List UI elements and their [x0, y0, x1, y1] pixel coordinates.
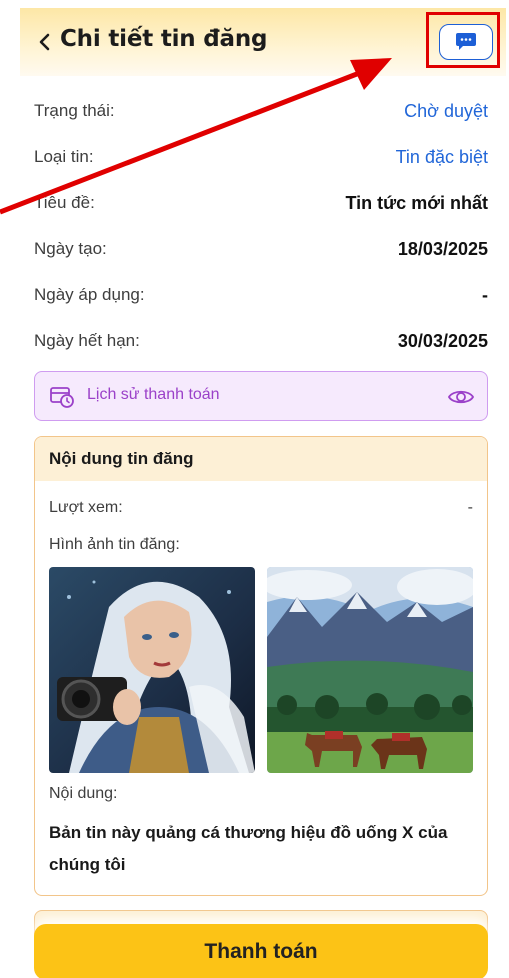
- chevron-left-icon: [39, 33, 50, 51]
- eye-icon[interactable]: [447, 386, 475, 408]
- detail-row-expiry: Ngày hết hạn: 30/03/2025: [34, 318, 488, 364]
- detail-row-created: Ngày tạo: 18/03/2025: [34, 226, 488, 272]
- post-content-card: Nội dung tin đăng Lượt xem: - Hình ảnh t…: [34, 436, 488, 896]
- applied-date-value: -: [482, 284, 488, 305]
- payment-history-button[interactable]: Lịch sử thanh toán: [34, 371, 488, 421]
- content-text: Bản tin này quảng cá thương hiệu đồ uống…: [49, 823, 448, 874]
- status-value: Chờ duyệt: [404, 100, 488, 121]
- annotation-highlight-box: [426, 12, 500, 68]
- detail-label: Ngày hết hạn:: [34, 331, 140, 350]
- post-image-1[interactable]: [49, 567, 255, 773]
- mountain-horses-image: [267, 567, 473, 773]
- created-date-value: 18/03/2025: [397, 238, 488, 259]
- pay-button[interactable]: Thanh toán: [34, 924, 488, 978]
- images-row: Hình ảnh tin đăng:: [49, 536, 473, 554]
- card-clock-icon: [50, 387, 74, 408]
- warrior-woman-with-camera-image: [49, 567, 255, 773]
- detail-label: Tiêu đề:: [34, 193, 95, 212]
- views-row: Lượt xem: -: [49, 499, 473, 517]
- type-value: Tin đặc biệt: [395, 146, 488, 167]
- payment-history-label: Lịch sử thanh toán: [87, 386, 220, 403]
- detail-label: Ngày áp dụng:: [34, 285, 145, 304]
- screen: Chi tiết tin đăng Trạng thái: Chờ duyệt …: [20, 8, 506, 978]
- detail-row-applied: Ngày áp dụng: -: [34, 272, 488, 318]
- expiry-date-value: 30/03/2025: [397, 330, 488, 351]
- title-value: Tin tức mới nhất: [345, 192, 488, 213]
- images-label: Hình ảnh tin đăng:: [49, 536, 180, 553]
- detail-row-status: Trạng thái: Chờ duyệt: [34, 88, 488, 134]
- detail-row-type: Loại tin: Tin đặc biệt: [34, 134, 488, 180]
- content-label: Nội dung:: [49, 785, 118, 802]
- detail-label: Trạng thái:: [34, 101, 115, 120]
- back-button[interactable]: [34, 28, 56, 56]
- views-label: Lượt xem:: [49, 499, 123, 516]
- post-content-heading: Nội dung tin đăng: [35, 437, 487, 481]
- detail-label: Loại tin:: [34, 147, 94, 166]
- detail-row-title: Tiêu đề: Tin tức mới nhất: [34, 180, 488, 226]
- views-value: -: [467, 499, 473, 516]
- post-image-2[interactable]: [267, 567, 473, 773]
- detail-label: Ngày tạo:: [34, 239, 107, 258]
- detail-list: Trạng thái: Chờ duyệt Loại tin: Tin đặc …: [34, 88, 488, 364]
- page-title: Chi tiết tin đăng: [60, 26, 268, 52]
